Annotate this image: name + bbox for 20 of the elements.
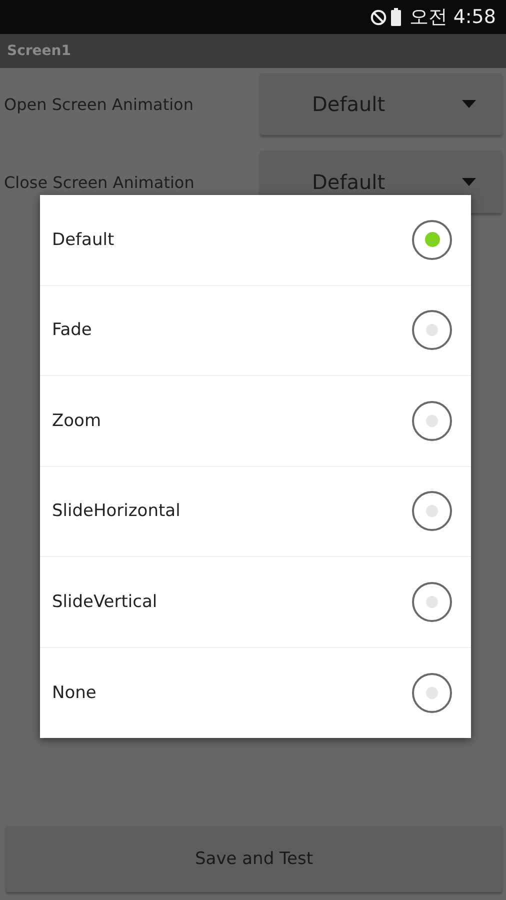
radio-button[interactable] [412,672,452,713]
animation-option[interactable]: Zoom [40,376,471,466]
animation-option[interactable]: SlideHorizontal [40,466,471,557]
animation-option[interactable]: Fade [40,286,471,376]
animation-option[interactable]: Default [40,195,471,286]
screen-title: Screen1 [7,43,71,59]
setting-label: Open Screen Animation [4,94,194,114]
animation-option[interactable]: SlideVertical [40,557,471,648]
radio-button[interactable] [412,220,452,260]
dropdown-arrow-icon [462,100,476,108]
do-not-disturb-icon [370,8,388,26]
radio-button[interactable] [412,582,452,622]
radio-button[interactable] [412,491,452,532]
radio-button[interactable] [412,400,452,441]
setting-label: Close Screen Animation [4,172,194,192]
radio-button[interactable] [412,310,452,350]
animation-option[interactable]: None [40,648,471,738]
dropdown-arrow-icon [462,178,476,186]
battery-icon [391,8,402,26]
status-time: 오전 4:58 [409,5,496,30]
